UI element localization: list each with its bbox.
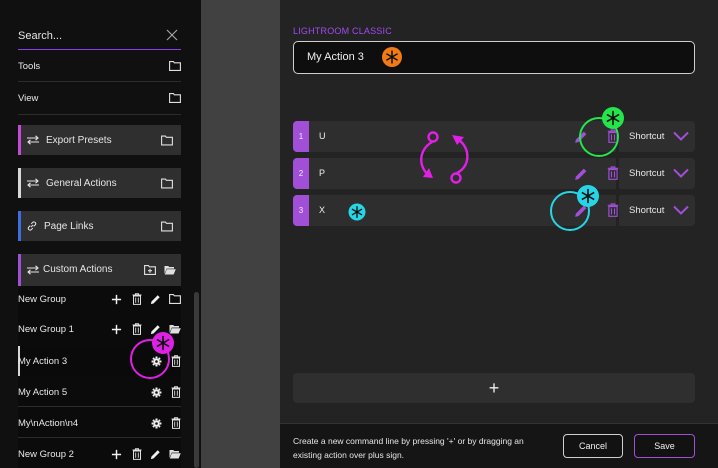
magenta-highlight-circle <box>130 332 174 379</box>
cyan-asterisk-marker <box>348 203 366 221</box>
reorder-arrows-annotation <box>420 131 469 184</box>
orange-asterisk-marker <box>382 47 402 67</box>
cyan-highlight-circle <box>550 185 599 231</box>
green-highlight-circle <box>579 107 624 157</box>
app-window: Tools View Export Presets General Action… <box>0 0 718 468</box>
annotation-layer <box>130 47 624 379</box>
